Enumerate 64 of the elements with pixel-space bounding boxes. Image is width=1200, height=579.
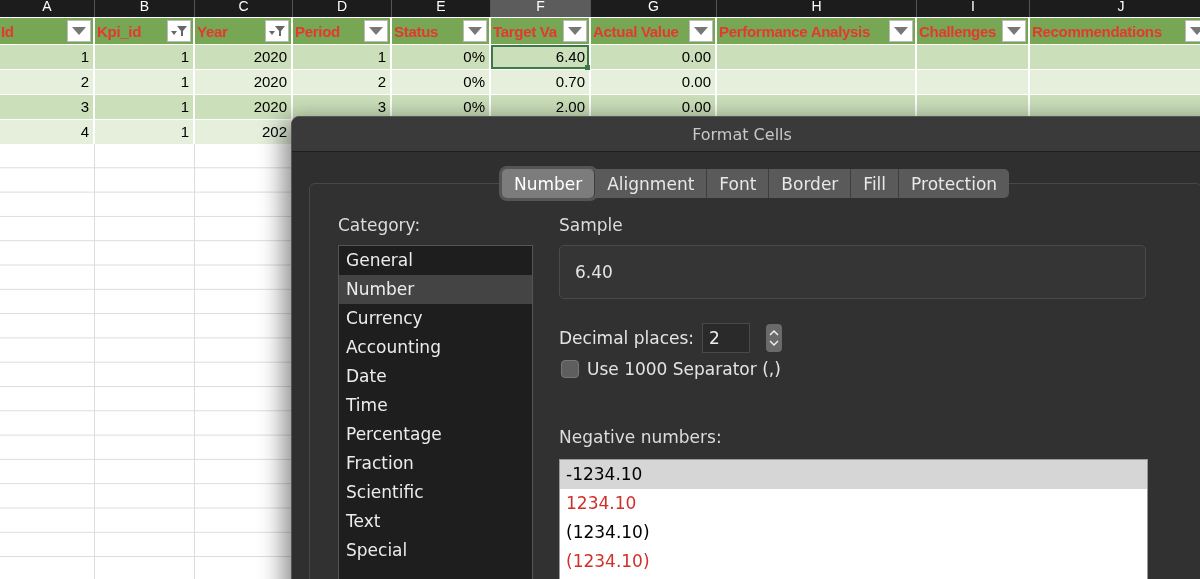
sample-value: 6.40: [575, 262, 613, 282]
header-label: Status: [394, 22, 439, 40]
category-item[interactable]: Text: [339, 507, 532, 536]
decimal-places-field[interactable]: 2: [702, 323, 751, 353]
category-item[interactable]: Accounting: [339, 333, 532, 362]
category-item[interactable]: Percentage: [339, 420, 532, 449]
table-cell[interactable]: 4: [0, 120, 95, 144]
dropdown-arrow-icon: [568, 27, 582, 35]
header-label: Challenges: [919, 22, 997, 40]
header-label: Year: [197, 22, 228, 40]
category-label: Category:: [338, 215, 422, 235]
dropdown-arrow-icon: [468, 27, 482, 35]
column-header[interactable]: F: [491, 0, 591, 17]
sample-label: Sample: [559, 215, 623, 235]
category-item[interactable]: Number: [339, 275, 532, 304]
tab[interactable]: Fill: [851, 169, 900, 198]
filter-icon: [268, 24, 286, 38]
dialog-title: Format Cells: [692, 124, 792, 144]
dropdown-arrow-icon: [1190, 27, 1200, 35]
negative-numbers-label: Negative numbers:: [559, 427, 722, 447]
category-item[interactable]: Scientific: [339, 478, 532, 507]
tab[interactable]: Number: [501, 169, 596, 198]
dropdown-arrow-icon: [72, 27, 86, 35]
filter-button[interactable]: [563, 20, 587, 42]
filter-button[interactable]: [463, 20, 487, 42]
decimal-places-label: Decimal places:: [559, 328, 695, 348]
filter-button[interactable]: [689, 20, 713, 42]
filter-button[interactable]: [167, 20, 191, 42]
tab[interactable]: Alignment: [595, 169, 708, 198]
dropdown-arrow-icon: [369, 27, 383, 35]
category-item[interactable]: Currency: [339, 304, 532, 333]
category-item[interactable]: Time: [339, 391, 532, 420]
header-label: Id: [1, 22, 14, 40]
filter-icon: [170, 24, 188, 38]
header-label: Actual Value: [593, 22, 679, 40]
number-format-option[interactable]: -1234.10: [560, 460, 1147, 489]
header-label: Recommendations: [1032, 22, 1162, 40]
number-format-option[interactable]: (1234.10): [560, 518, 1147, 547]
separator-label: Use 1000 Separator (,): [587, 359, 781, 379]
dropdown-arrow-icon: [894, 27, 908, 35]
header-label: Period: [295, 22, 340, 40]
filter-button[interactable]: [67, 20, 91, 42]
category-item[interactable]: Special: [339, 536, 532, 565]
header-label: Kpi_id: [97, 22, 142, 40]
stepper-icon[interactable]: [766, 324, 783, 352]
category-item[interactable]: General: [339, 246, 532, 275]
tab[interactable]: Border: [769, 169, 852, 198]
number-format-option[interactable]: 1234.10: [560, 489, 1147, 518]
tab[interactable]: Font: [707, 169, 770, 198]
tab[interactable]: Protection: [899, 169, 1010, 198]
number-format-option[interactable]: (1234.10): [560, 547, 1147, 576]
category-item[interactable]: Date: [339, 362, 532, 391]
filter-button[interactable]: [364, 20, 388, 42]
dropdown-arrow-icon: [1007, 27, 1021, 35]
header-label: Performance Analysis: [719, 22, 871, 40]
filter-button[interactable]: [265, 20, 289, 42]
table-cell[interactable]: 6.40: [491, 45, 591, 69]
checkbox[interactable]: [561, 360, 579, 378]
category-item[interactable]: Fraction: [339, 449, 532, 478]
table-cell[interactable]: 1: [95, 120, 195, 144]
dropdown-arrow-icon: [694, 27, 708, 35]
filter-button[interactable]: [1002, 20, 1026, 42]
header-label: Target Va: [493, 22, 557, 40]
filter-button[interactable]: [889, 20, 913, 42]
